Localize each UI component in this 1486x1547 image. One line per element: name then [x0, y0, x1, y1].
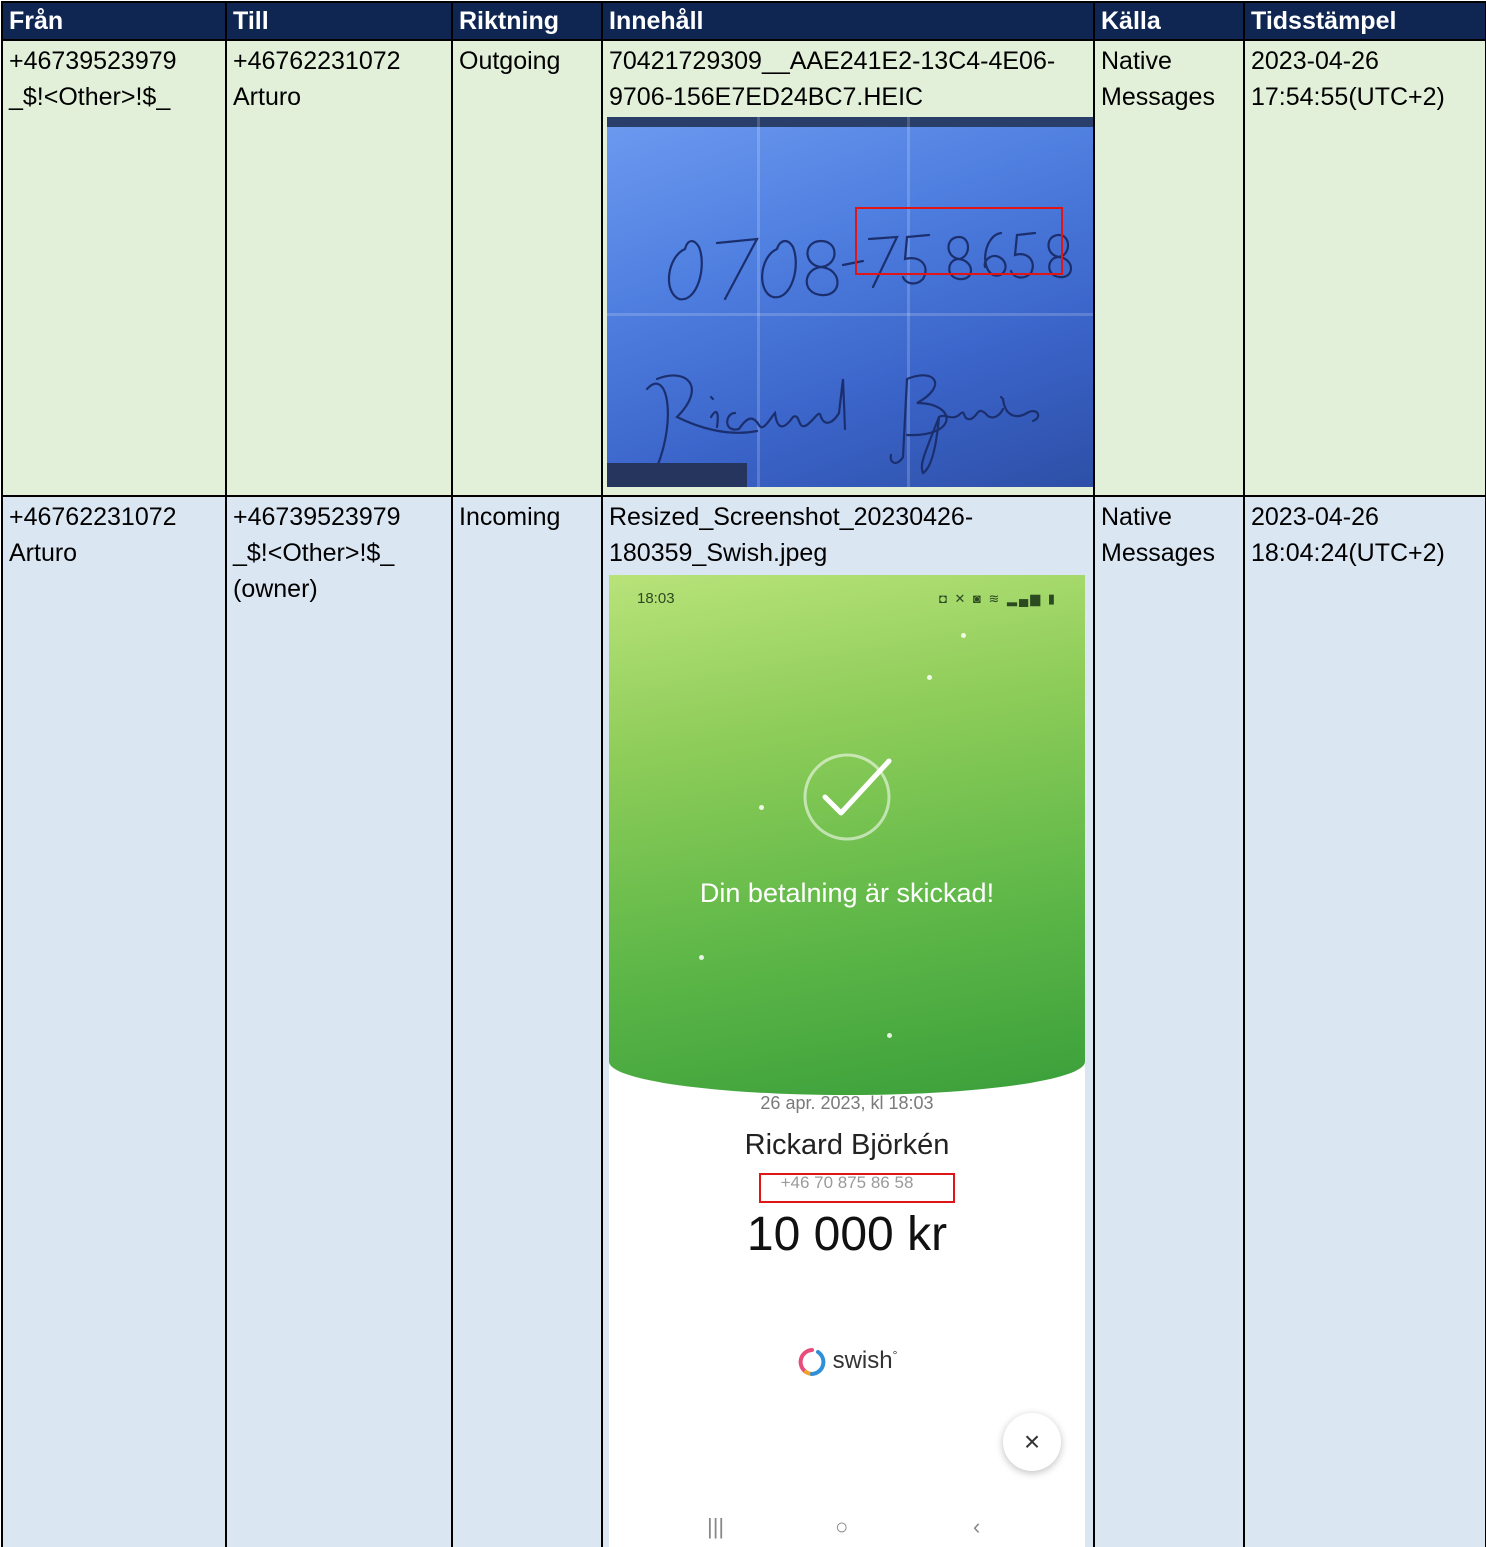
source-line1: Native — [1101, 503, 1172, 531]
back-icon[interactable]: ‹ — [973, 1509, 980, 1545]
from-name: Arturo — [9, 539, 78, 567]
status-time: 18:03 — [637, 590, 675, 607]
from-number: +46739523979 — [9, 47, 177, 75]
cell-source: Native Messages — [1093, 39, 1245, 497]
to-name: Arturo — [233, 83, 302, 111]
cell-timestamp: 2023-04-26 18:04:24(UTC+2) — [1243, 495, 1486, 1547]
column-header-timestamp: Tidsstämpel — [1243, 1, 1486, 41]
status-icons: ◘ ✕ ◙ ≋ ▂▄▆ ▮ — [939, 591, 1057, 606]
handwriting — [645, 231, 1073, 475]
column-header-content: Innehåll — [601, 1, 1095, 41]
table-row: +46739523979 _$!<Other>!$_ +46762231072 … — [1, 39, 1486, 497]
confetti-dot — [699, 955, 704, 960]
attachment-filename-line1: 70421729309__AAE241E2-13C4-4E06- — [609, 47, 1056, 75]
source-line2: Messages — [1101, 83, 1215, 111]
to-number: +46739523979 — [233, 503, 401, 531]
cell-from: +46739523979 _$!<Other>!$_ — [1, 39, 227, 497]
column-header-direction: Riktning — [451, 1, 603, 41]
android-nav-bar: ||| ○ ‹ — [609, 1501, 1085, 1547]
recent-apps-icon[interactable]: ||| — [707, 1509, 724, 1545]
cell-from: +46762231072 Arturo — [1, 495, 227, 1547]
from-number: +46762231072 — [9, 503, 177, 531]
source-line2: Messages — [1101, 539, 1215, 567]
payment-amount: 10 000 kr — [746, 1208, 948, 1261]
handwritten-note-photo[interactable] — [607, 117, 1092, 487]
highlight-box — [855, 207, 1063, 275]
home-icon[interactable]: ○ — [835, 1509, 848, 1545]
photo-edge — [607, 463, 747, 487]
confetti-dot — [759, 805, 764, 810]
table-row: +46762231072 Arturo +46739523979 _$!<Oth… — [1, 495, 1486, 1547]
cell-timestamp: 2023-04-26 17:54:55(UTC+2) — [1243, 39, 1486, 497]
timestamp-date: 2023-04-26 — [1251, 503, 1379, 531]
to-label: _$!<Other>!$_ — [233, 539, 395, 567]
to-owner-tag: (owner) — [233, 575, 318, 603]
timestamp-date: 2023-04-26 — [1251, 47, 1379, 75]
timestamp-time: 18:04:24(UTC+2) — [1251, 539, 1445, 567]
swish-icon — [798, 1347, 825, 1376]
swish-trademark: ° — [892, 1348, 898, 1362]
column-header-from: Från — [1, 1, 227, 41]
confetti-dot — [887, 1033, 892, 1038]
payment-date: 26 apr. 2023, kl 18:03 — [760, 1093, 934, 1113]
recipient-name: Rickard Björkén — [744, 1129, 950, 1161]
attachment-filename-line2: 9706-156E7ED24BC7.HEIC — [609, 83, 924, 111]
message-log-table: Från Till Riktning Innehåll Källa Tidsst… — [1, 1, 1486, 1547]
cell-to: +46739523979 _$!<Other>!$_ (owner) — [225, 495, 453, 1547]
confetti-dot — [961, 633, 966, 638]
column-header-source: Källa — [1093, 1, 1245, 41]
timestamp-time: 17:54:55(UTC+2) — [1251, 83, 1445, 111]
to-number: +46762231072 — [233, 47, 401, 75]
confetti-dot — [927, 675, 932, 680]
swish-screenshot[interactable]: 18:03 ◘ ✕ ◙ ≋ ▂▄▆ ▮ Din betalning är ski… — [609, 575, 1085, 1547]
from-label: _$!<Other>!$_ — [9, 83, 171, 111]
cell-direction: Outgoing — [451, 39, 603, 497]
attachment-filename-line2: 180359_Swish.jpeg — [609, 539, 828, 567]
cell-source: Native Messages — [1093, 495, 1245, 1547]
payment-success-text: Din betalning är skickad! — [699, 878, 995, 908]
attachment-filename-line1: Resized_Screenshot_20230426- — [609, 503, 974, 531]
cell-direction: Incoming — [451, 495, 603, 1547]
close-icon[interactable]: × — [1003, 1413, 1061, 1471]
checkmark-icon — [803, 753, 892, 841]
cell-content: 70421729309__AAE241E2-13C4-4E06- 9706-15… — [601, 39, 1095, 497]
swish-logo: swish° — [609, 1337, 1085, 1379]
column-header-to: Till — [225, 1, 453, 41]
cell-to: +46762231072 Arturo — [225, 39, 453, 497]
highlight-box — [759, 1173, 955, 1203]
source-line1: Native — [1101, 47, 1172, 75]
swish-wordmark: swish — [832, 1347, 893, 1374]
cell-content: Resized_Screenshot_20230426- 180359_Swis… — [601, 495, 1095, 1547]
table-header-row: Från Till Riktning Innehåll Källa Tidsst… — [1, 1, 1486, 41]
